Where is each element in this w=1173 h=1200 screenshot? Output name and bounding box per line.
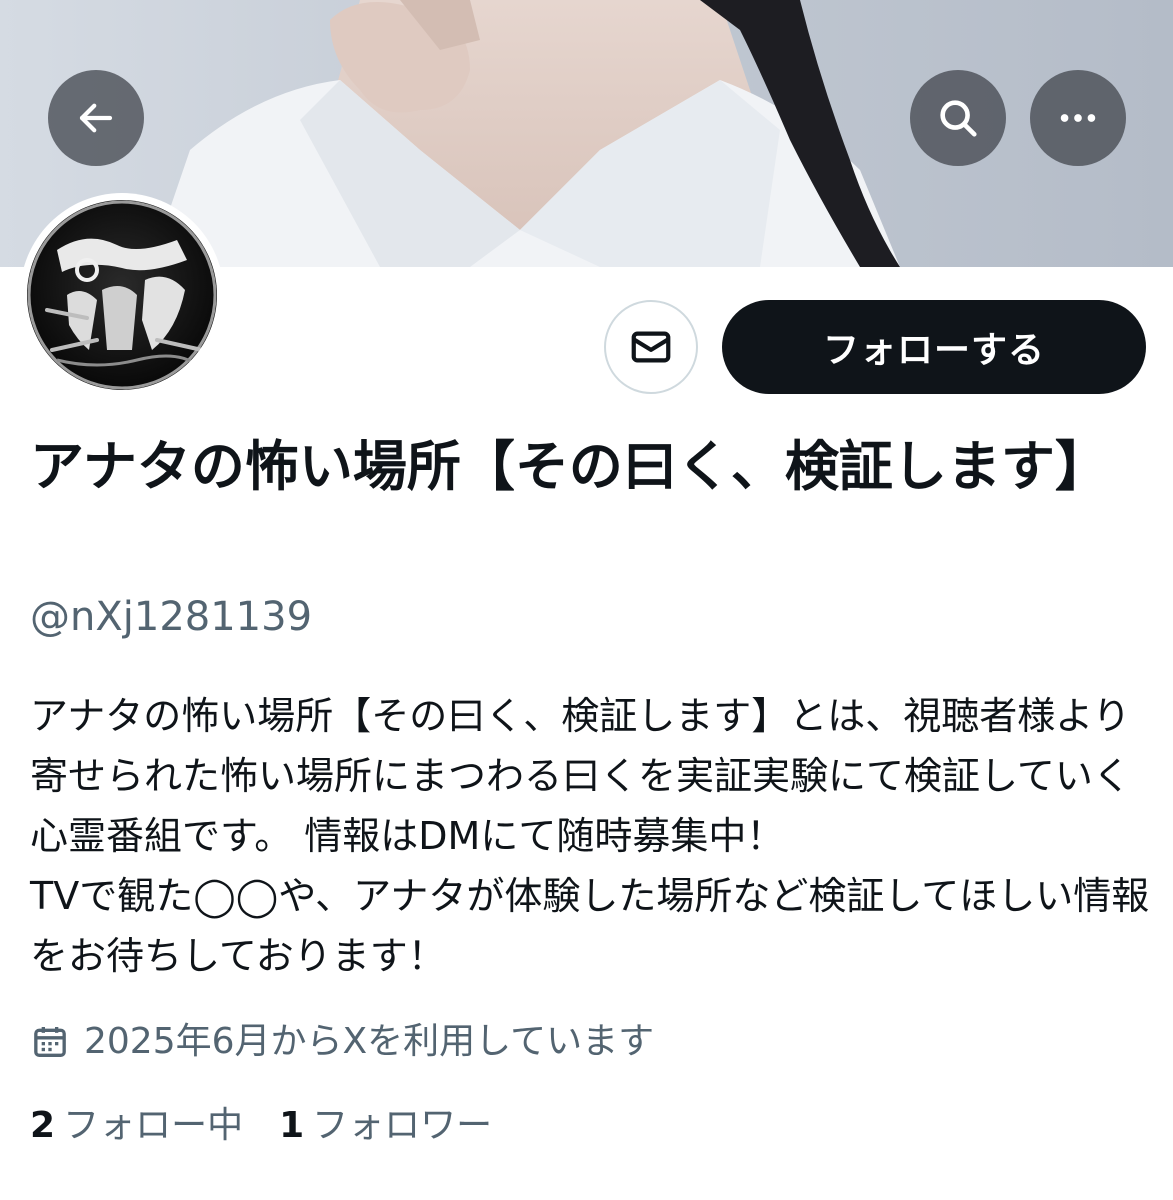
username-handle: @nXj1281139 (30, 594, 313, 640)
following-link[interactable]: 2 フォロー中 (30, 1102, 243, 1150)
avatar[interactable] (27, 200, 217, 390)
following-label: フォロー中 (63, 1105, 244, 1146)
more-button[interactable] (1030, 70, 1126, 166)
message-button[interactable] (604, 300, 698, 394)
calendar-icon (34, 1027, 66, 1057)
back-button[interactable] (48, 70, 144, 166)
following-count: 2 (30, 1105, 56, 1146)
search-icon (940, 100, 977, 137)
followers-count: 1 (279, 1105, 305, 1146)
channel-logo-avatar (27, 200, 217, 390)
more-horizontal-icon (1060, 114, 1096, 122)
join-date: 2025年6月からXを利用しています (30, 1018, 654, 1066)
followers-link[interactable]: 1 フォロワー (279, 1102, 492, 1150)
display-name: アナタの怖い場所【その曰く、検証します】 (30, 435, 1109, 498)
follow-button[interactable]: フォローする (722, 300, 1146, 394)
arrow-left-icon (79, 103, 113, 133)
envelope-icon (631, 331, 671, 363)
profile-bio: アナタの怖い場所【その曰く、検証します】とは、視聴者様より寄せられた怖い場所にま… (30, 694, 1150, 978)
avatar-frame[interactable] (20, 193, 224, 397)
follow-stats: 2 フォロー中 1 フォロワー (30, 1102, 528, 1150)
join-date-text: 2025年6月からXを利用しています (84, 1021, 655, 1062)
search-button[interactable] (910, 70, 1006, 166)
followers-label: フォロワー (312, 1105, 493, 1146)
